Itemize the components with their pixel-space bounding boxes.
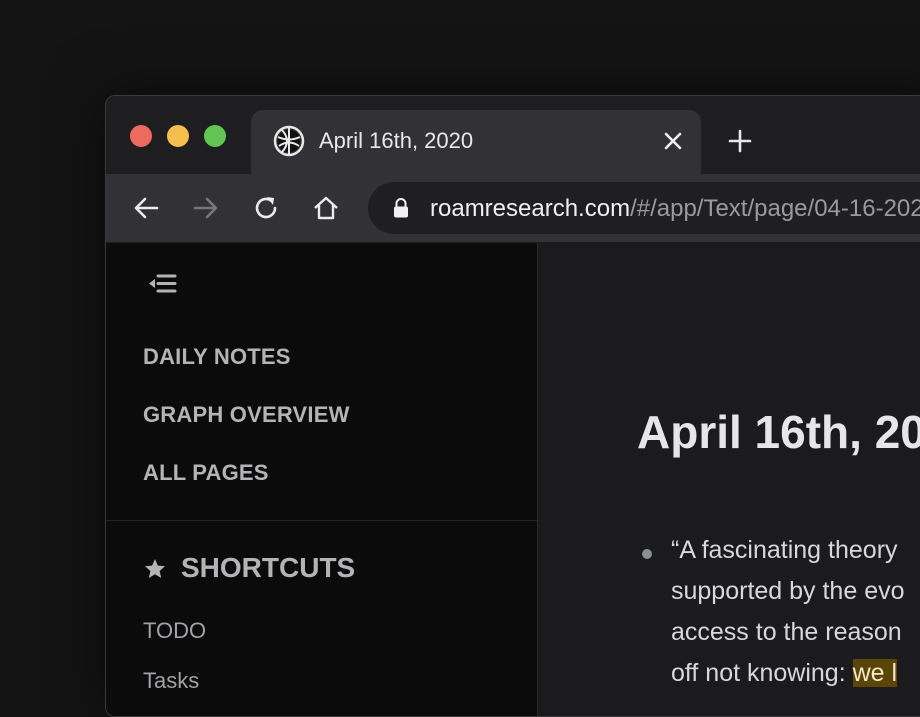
roam-favicon-icon (273, 125, 305, 157)
browser-toolbar: roamresearch.com/#/app/Text/page/04-16-2… (106, 174, 920, 243)
browser-window: April 16th, 2020 roamresearch.com/#/app/… (105, 95, 920, 717)
tab-strip: April 16th, 2020 (106, 96, 920, 174)
sidebar-item-graph-overview[interactable]: GRAPH OVERVIEW (143, 402, 350, 428)
block-text-line-3[interactable]: access to the reason (671, 618, 902, 647)
reload-icon[interactable] (252, 194, 280, 222)
block-text-line-1[interactable]: “A fascinating theory (671, 536, 898, 565)
sidebar-divider (106, 520, 537, 521)
block-text-line-4[interactable]: off not knowing: we l (671, 659, 898, 688)
page-title[interactable]: April 16th, 2020 (637, 405, 920, 459)
block-bullet[interactable] (642, 549, 652, 559)
url-text: roamresearch.com/#/app/Text/page/04-16-2… (430, 195, 920, 223)
url-path: /#/app/Text/page/04-16-2020 (630, 195, 920, 222)
star-icon (145, 559, 165, 578)
shortcuts-heading: SHORTCUTS (181, 552, 356, 583)
sidebar-item-daily-notes[interactable]: DAILY NOTES (143, 344, 291, 370)
shortcut-item-todo[interactable]: TODO (143, 618, 206, 644)
collapse-sidebar-icon[interactable] (146, 271, 180, 301)
block-text-line-4-text: off not knowing: (671, 659, 853, 687)
home-icon[interactable] (312, 194, 340, 222)
tab-title: April 16th, 2020 (319, 128, 474, 153)
left-sidebar: DAILY NOTES GRAPH OVERVIEW ALL PAGES SHO… (106, 243, 538, 716)
tab-active[interactable]: April 16th, 2020 (251, 110, 701, 174)
address-bar[interactable]: roamresearch.com/#/app/Text/page/04-16-2… (368, 182, 920, 234)
lock-icon (394, 198, 408, 218)
sidebar-item-all-pages[interactable]: ALL PAGES (143, 460, 269, 486)
forward-arrow-icon[interactable] (192, 194, 220, 222)
url-host: roamresearch.com (430, 195, 631, 222)
back-arrow-icon[interactable] (132, 194, 160, 222)
block-text-line-2[interactable]: supported by the evo (671, 577, 905, 606)
new-tab-icon[interactable] (728, 129, 752, 153)
shortcut-item-tasks[interactable]: Tasks (143, 668, 199, 694)
minimize-window-button[interactable] (167, 125, 189, 147)
close-tab-icon[interactable] (663, 131, 683, 151)
main-content: April 16th, 2020 “A fascinating theory s… (538, 243, 920, 716)
zoom-window-button[interactable] (204, 125, 226, 147)
highlighted-text: we l (852, 659, 898, 687)
close-window-button[interactable] (130, 125, 152, 147)
